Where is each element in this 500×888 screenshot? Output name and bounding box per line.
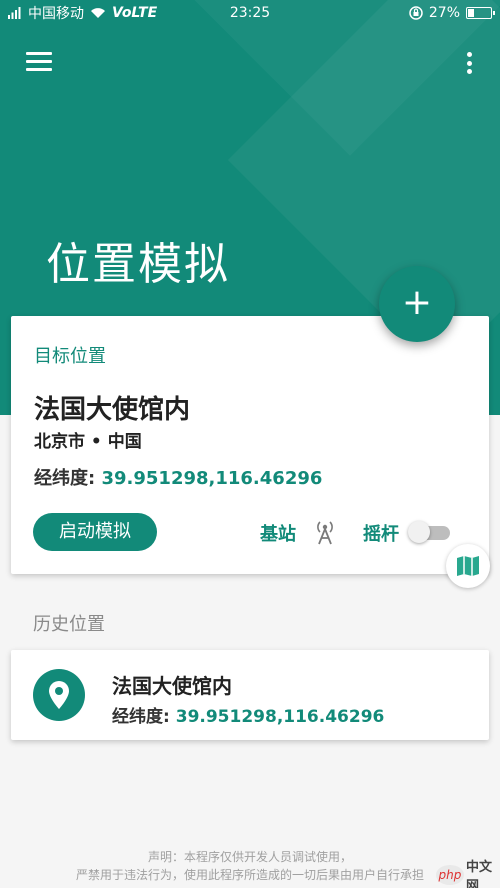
menu-icon[interactable] — [26, 52, 52, 74]
coord-value: 39.951298,116.46296 — [175, 707, 385, 727]
coord-value: 39.951298,116.46296 — [101, 468, 323, 489]
battery-percent: 27% — [428, 5, 460, 21]
status-bar: 中国移动 VoLTE 23:25 27% — [0, 0, 500, 26]
target-place-region: 北京市 • 中国 — [34, 432, 142, 452]
signal-icon — [8, 7, 21, 19]
target-location-label: 目标位置 — [34, 346, 106, 367]
map-icon — [457, 556, 479, 576]
page-title: 位置模拟 — [46, 239, 230, 290]
disclaimer-line: 严禁用于违法行为，使用此程序所造成的一切后果由用户自行承担 — [75, 868, 424, 882]
carrier-name: 中国移动 — [28, 6, 84, 22]
floating-map-button[interactable] — [446, 544, 490, 588]
add-location-button[interactable]: + — [379, 266, 455, 342]
volte-label: VoLTE — [112, 5, 158, 21]
history-item[interactable]: 法国大使馆内 经纬度: 39.951298,116.46296 — [11, 650, 489, 740]
more-vert-icon[interactable] — [462, 50, 476, 76]
wifi-icon — [91, 8, 105, 18]
location-pin-icon — [33, 669, 85, 721]
base-station-label[interactable]: 基站 — [260, 520, 296, 546]
target-coordinates: 经纬度: 39.951298,116.46296 — [34, 464, 322, 490]
watermark-text: 中文网 — [465, 860, 492, 888]
disclaimer-line: 声明：本程序仅供开发人员调试使用， — [147, 850, 352, 864]
history-place-name: 法国大使馆内 — [112, 674, 232, 698]
coord-label: 经纬度: — [34, 468, 96, 489]
start-simulation-button[interactable]: 启动模拟 — [33, 513, 157, 551]
coord-label: 经纬度: — [112, 707, 170, 727]
target-location-card: 目标位置 法国大使馆内 北京市 • 中国 经纬度: 39.951298,116.… — [11, 316, 489, 574]
watermark: php 中文网 — [436, 860, 500, 888]
antenna-icon[interactable] — [314, 518, 336, 546]
rotation-lock-icon — [409, 6, 423, 20]
history-coordinates: 经纬度: 39.951298,116.46296 — [112, 702, 384, 727]
target-place-name: 法国大使馆内 — [34, 395, 191, 425]
joystick-toggle[interactable] — [408, 521, 452, 543]
plus-icon: + — [401, 282, 433, 323]
battery-icon — [466, 7, 495, 19]
disclaimer: 声明：本程序仅供开发人员调试使用， 严禁用于违法行为，使用此程序所造成的一切后果… — [0, 848, 500, 884]
history-section-title: 历史位置 — [33, 614, 105, 635]
joystick-label: 摇杆 — [363, 524, 399, 545]
watermark-brand: php — [436, 865, 464, 885]
